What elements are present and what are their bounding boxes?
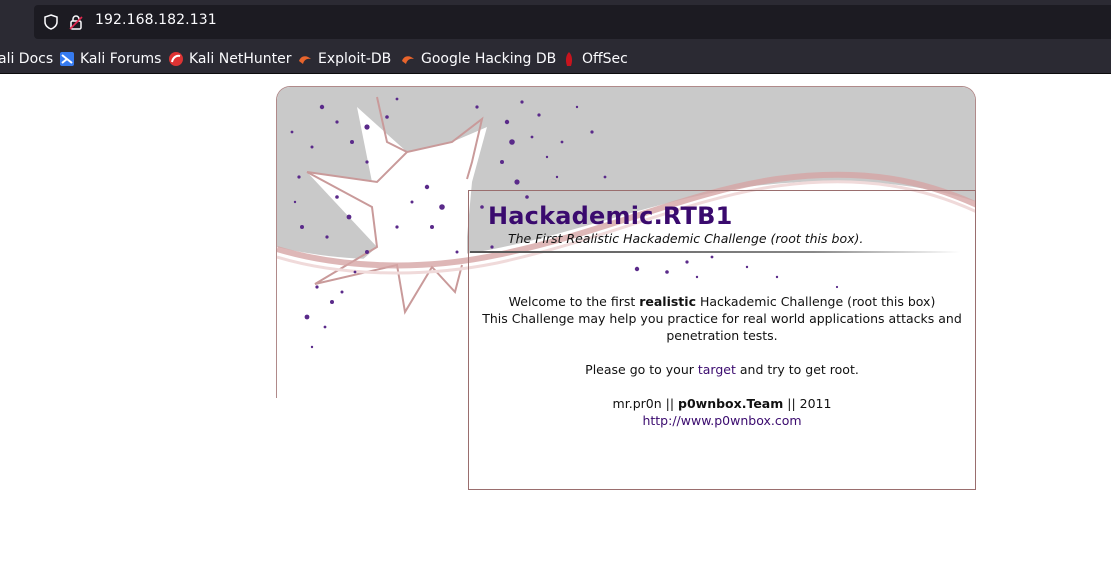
bookmark-kali-docs[interactable]: ali Docs (0, 50, 53, 68)
url-text[interactable]: 192.168.182.131 (95, 12, 217, 28)
welcome-message: Welcome to the first realistic Hackademi… (470, 293, 974, 429)
bookmark-label: Google Hacking DB (421, 51, 557, 67)
bookmark-google-hacking-db[interactable]: Google Hacking DB (400, 50, 556, 68)
offsec-icon (565, 52, 573, 66)
bookmark-offsec[interactable]: OffSec (561, 50, 628, 68)
title-divider (470, 251, 960, 253)
bookmark-label: Kali Forums (80, 51, 162, 67)
bookmark-label: ali Docs (0, 51, 54, 67)
team-name: p0wnbox.Team (678, 396, 784, 411)
bookmark-exploit-db[interactable]: Exploit-DB (297, 50, 391, 68)
bookmark-kali-nethunter[interactable]: Kali NetHunter (168, 50, 291, 68)
welcome-text-end: Hackademic Challenge (root this box) (695, 294, 936, 309)
target-link[interactable]: target (698, 362, 736, 377)
website-line: http://www.p0wnbox.com (470, 412, 974, 429)
browser-toolbar: 192.168.182.131 (0, 0, 1111, 44)
author-text: mr.pr0n || (612, 396, 679, 411)
bookmark-kali-forums[interactable]: Kali Forums (59, 50, 161, 68)
website-link[interactable]: http://www.p0wnbox.com (642, 413, 801, 428)
goto-text-end: and try to get root. (735, 362, 859, 377)
bookmarks-toolbar: ali Docs Kali Forums Kali NetHunter Expl… (0, 44, 1111, 74)
welcome-text: Welcome to the first (508, 294, 640, 309)
bookmark-label: Exploit-DB (318, 51, 392, 67)
shield-icon[interactable] (44, 14, 58, 30)
google-hacking-db-icon (402, 56, 414, 64)
kali-nethunter-icon (169, 52, 183, 66)
year-text: || 2011 (783, 396, 832, 411)
goto-line: Please go to your target and try to get … (470, 361, 974, 378)
welcome-line: Welcome to the first realistic Hackademi… (470, 293, 974, 310)
goto-text: Please go to your (585, 362, 698, 377)
page-title: Hackademic.RTB1 (488, 202, 733, 230)
web-page: Hackademic.RTB1 The First Realistic Hack… (0, 75, 1111, 586)
exploit-db-icon (299, 56, 311, 64)
credit-line: mr.pr0n || p0wnbox.Team || 2011 (470, 395, 974, 412)
kali-forums-icon (60, 52, 74, 66)
practice-line: This Challenge may help you practice for… (482, 311, 962, 343)
page-subtitle: The First Realistic Hackademic Challenge… (508, 231, 864, 246)
insecure-lock-icon[interactable] (69, 14, 83, 30)
bookmark-label: OffSec (582, 51, 628, 67)
welcome-bold-text: realistic (639, 294, 696, 309)
bookmark-label: Kali NetHunter (189, 51, 292, 67)
